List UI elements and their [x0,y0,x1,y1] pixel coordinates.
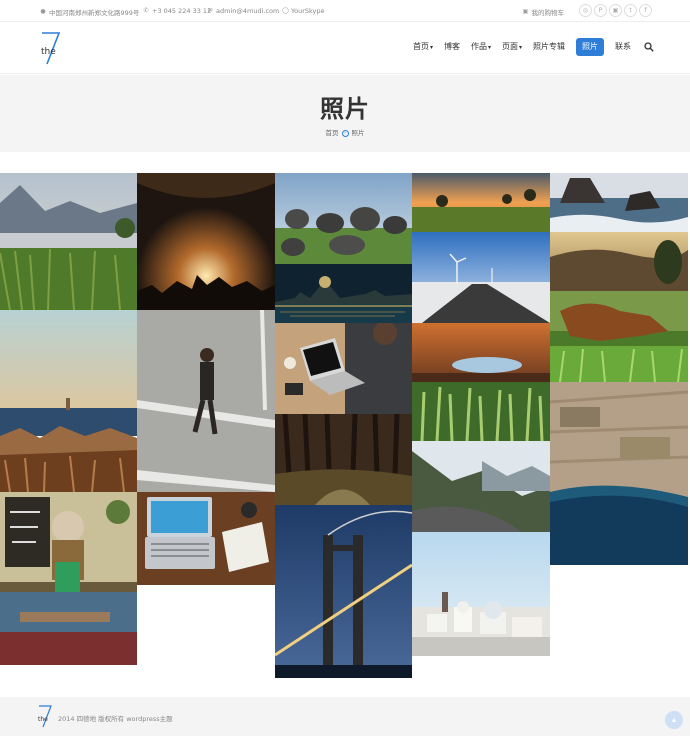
breadcrumb-current: 照片 [351,129,365,137]
cart-label[interactable]: 我的购物车 [532,7,565,17]
nav-label: 页面 [501,42,518,51]
cart-link[interactable]: ▣ 我的购物车 [522,7,565,18]
social-links: ◎ P ▣ t f [579,4,652,17]
photo-lake-reeds[interactable] [0,173,137,310]
photo-stones-field[interactable] [275,173,412,264]
photo-white-village[interactable] [412,532,550,656]
address-text: 中国河南郑州新郑文化路999号 [49,9,140,17]
chevron-down-icon: ▾ [429,44,433,51]
breadcrumb: 首页 › 照片 [0,127,690,137]
nav-label: 首页 [412,42,429,51]
photo-cafe-sign[interactable] [0,492,137,665]
photo-desk-laptop[interactable] [137,492,275,585]
nav-item-pages[interactable]: 页面▾ [502,38,522,56]
photo-concert-crowd[interactable] [137,173,275,310]
photo-dog-grass[interactable] [550,291,688,382]
top-bar: ● 中国河南郑州新郑文化路999号 ✆ +3 045 224 33 12 ✉ a… [0,0,690,22]
copyright-text: 2014 四德地 版权所有 wordpress主题 [58,715,173,723]
email-text[interactable]: admin@4mudi.com [216,7,279,15]
photo-laptop-coffee[interactable] [275,323,412,414]
photo-coast-waves[interactable] [550,173,688,232]
photo-hills-tree[interactable] [550,232,688,291]
photo-aerial-coast[interactable] [550,382,688,565]
photo-sunset-trees[interactable] [412,173,550,232]
site-header: the 首页▾ 博客 作品▾ 页面▾ 照片专辑 照片 联系 [0,22,690,74]
footer-logo-text: the [38,716,48,723]
photo-forest-path[interactable] [275,414,412,505]
photo-man-walking[interactable] [137,310,275,492]
dribbble-icon[interactable]: ◎ [579,4,592,17]
email-info[interactable]: ✉ admin@4mudi.com [207,7,279,15]
address-info: ● 中国河南郑州新郑文化路999号 [40,7,140,18]
nav-label: 照片专辑 [533,42,565,51]
pinterest-icon[interactable]: P [594,4,607,17]
photo-bridge-night[interactable] [275,505,412,678]
nav-label: 作品 [470,42,487,51]
main-nav: 首页▾ 博客 作品▾ 页面▾ 照片专辑 照片 联系 [402,38,654,56]
envelope-icon: ✉ [207,7,213,14]
skype-icon: ◯ [282,7,289,14]
instagram-icon[interactable]: ▣ [609,4,622,17]
phone-icon: ✆ [143,7,149,14]
skype-text[interactable]: YourSkype [291,7,325,15]
photo-sea-breakwater[interactable] [0,310,137,492]
twitter-icon[interactable]: t [624,4,637,17]
photo-sunset-puddle[interactable] [412,323,550,382]
nav-label: 博客 [443,42,460,51]
nav-item-home[interactable]: 首页▾ [413,38,433,56]
facebook-icon[interactable]: f [639,4,652,17]
site-logo[interactable]: the [40,30,64,66]
page-title: 照片 [320,95,370,123]
nav-label: 照片 [582,42,598,51]
page-title-band: 照片 首页 › 照片 [0,75,690,152]
chevron-right-icon: › [341,129,349,137]
breadcrumb-home[interactable]: 首页 [326,129,339,137]
chevron-down-icon: ▾ [487,44,491,51]
location-pin-icon: ● [40,8,46,15]
footer-logo[interactable]: the [38,704,54,728]
skype-info[interactable]: ◯ YourSkype [282,7,325,15]
photo-wheat-field[interactable] [412,382,550,441]
site-footer: the 2014 四德地 版权所有 wordpress主题 [0,697,690,736]
chevron-down-icon: ▾ [518,44,522,51]
cart-icon: ▣ [522,8,529,15]
nav-item-photos[interactable]: 照片 [576,38,604,56]
photo-wind-turbine-road[interactable] [412,232,550,323]
chevron-up-icon: ▴ [671,715,676,724]
search-icon[interactable] [644,42,654,52]
nav-item-blog[interactable]: 博客 [444,38,460,56]
nav-item-contact[interactable]: 联系 [615,38,631,56]
scroll-to-top-button[interactable]: ▴ [665,711,683,729]
phone-info: ✆ +3 045 224 33 12 [143,7,211,15]
nav-item-albums[interactable]: 照片专辑 [533,38,565,56]
photo-mountain-road[interactable] [412,441,550,532]
phone-text: +3 045 224 33 12 [152,7,212,15]
nav-label: 联系 [615,42,631,51]
logo-text: the [41,47,56,57]
nav-item-works[interactable]: 作品▾ [471,38,491,56]
photo-city-night[interactable] [275,264,412,323]
